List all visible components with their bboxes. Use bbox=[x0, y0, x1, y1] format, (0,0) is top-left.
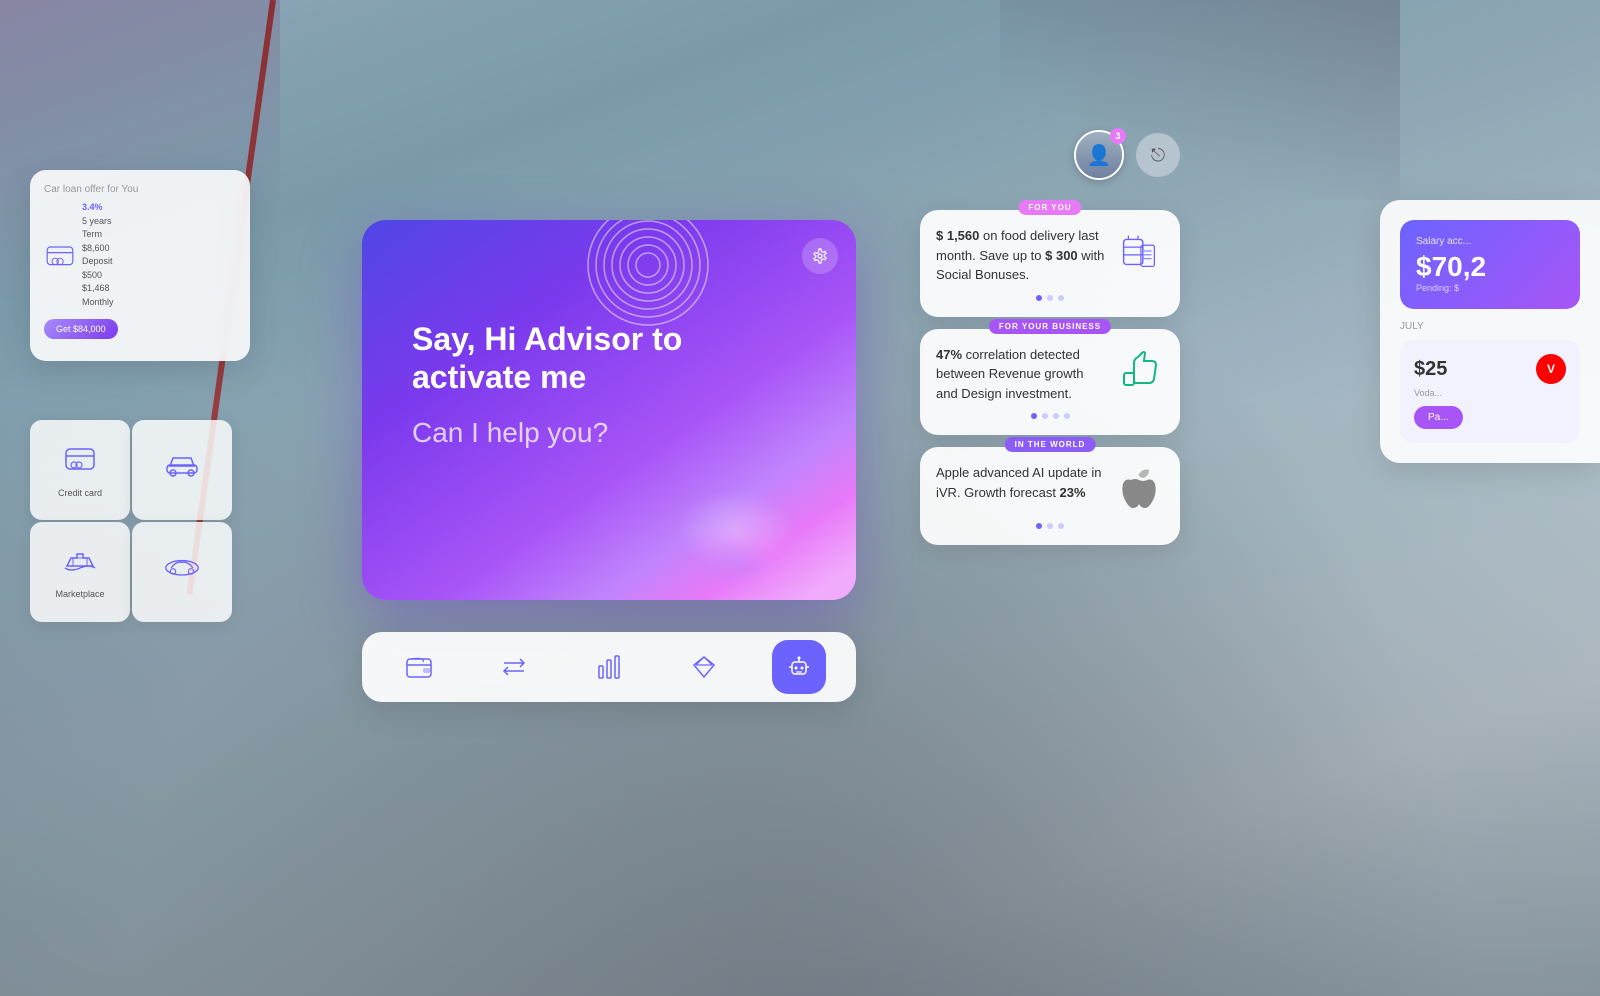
loan-rate: 3.4% bbox=[82, 202, 103, 212]
diamond-icon bbox=[690, 653, 718, 681]
loan-details-text: 3.4% 5 years Term $8,600 Deposit $500 $1… bbox=[82, 201, 114, 309]
bottom-grid: Credit card Marketplace bbox=[30, 420, 232, 622]
deposit-label: Deposit bbox=[82, 255, 114, 269]
analytics-button[interactable] bbox=[582, 640, 636, 694]
dot-b2 bbox=[1042, 413, 1048, 419]
dot-1 bbox=[1036, 295, 1042, 301]
toolbar bbox=[362, 632, 856, 702]
business-dots bbox=[936, 413, 1164, 419]
business-badge: FOR YOUR BUSINESS bbox=[989, 319, 1111, 334]
credit-card-grid-icon bbox=[64, 443, 96, 482]
world-card: IN THE WORLD Apple advanced AI update in… bbox=[920, 447, 1180, 545]
salary-card: Salary acc... $70,2 Pending: $ JULY $25 … bbox=[1380, 200, 1600, 463]
loan-term: Term bbox=[82, 228, 114, 242]
pay-button[interactable]: Pa... bbox=[1414, 406, 1463, 429]
transfer-icon bbox=[500, 656, 528, 678]
dot-2 bbox=[1047, 295, 1053, 301]
world-content: Apple advanced AI update in iVR. Growth … bbox=[936, 463, 1164, 513]
vehicle-icon-svg bbox=[164, 554, 200, 578]
left-panel: Car loan offer for You 3.4% 5 years Term… bbox=[30, 170, 250, 361]
marketplace-label: Marketplace bbox=[55, 589, 104, 599]
business-text: 47% correlation detected between Revenue… bbox=[936, 345, 1106, 404]
credit-card-icon bbox=[44, 239, 76, 271]
for-you-text: $ 1,560 on food delivery last month. Sav… bbox=[936, 226, 1106, 285]
analytics-icon bbox=[595, 654, 623, 680]
for-you-card: FOR YOU $ 1,560 on food delivery last mo… bbox=[920, 210, 1180, 317]
advisor-title: Say, Hi Advisor to activate me bbox=[412, 320, 806, 397]
bottom-row: $25 V bbox=[1414, 354, 1566, 384]
salary-title: Salary acc... bbox=[1416, 236, 1564, 247]
thumbs-up-icon bbox=[1114, 345, 1164, 395]
grid-card-vehicle[interactable] bbox=[132, 522, 232, 622]
car-icon bbox=[164, 450, 200, 485]
dot-w2 bbox=[1047, 523, 1053, 529]
loan-years: 5 years bbox=[82, 215, 114, 229]
salary-card-top: Salary acc... $70,2 Pending: $ bbox=[1400, 220, 1580, 309]
advisor-panel: Say, Hi Advisor to activate me Can I hel… bbox=[362, 220, 856, 600]
dot-b1 bbox=[1031, 413, 1037, 419]
world-text: Apple advanced AI update in iVR. Growth … bbox=[936, 463, 1106, 502]
car-loan-header: Car loan offer for You 3.4% 5 years Term… bbox=[44, 184, 236, 339]
glow-effect-2 bbox=[696, 540, 776, 590]
advisor-button[interactable] bbox=[772, 640, 826, 694]
dot-w3 bbox=[1058, 523, 1064, 529]
dot-3 bbox=[1058, 295, 1064, 301]
apple-icon-container bbox=[1114, 463, 1164, 513]
dot-b4 bbox=[1064, 413, 1070, 419]
grid-card-credit[interactable]: Credit card bbox=[30, 420, 130, 520]
notification-badge: 3 bbox=[1110, 128, 1126, 144]
credit-icon-svg bbox=[64, 443, 96, 475]
world-dots bbox=[936, 523, 1164, 529]
avatar-container: 👤 3 bbox=[1074, 130, 1124, 180]
grid-card-car[interactable] bbox=[132, 420, 232, 520]
vehicle-icon bbox=[164, 554, 200, 585]
logout-icon: ⎋ bbox=[1151, 145, 1165, 166]
salary-amount2: $25 bbox=[1414, 358, 1447, 381]
world-badge: IN THE WORLD bbox=[1005, 437, 1096, 452]
advisor-subtitle: Can I help you? bbox=[412, 417, 806, 449]
business-content: 47% correlation detected between Revenue… bbox=[936, 345, 1164, 404]
credit-card-label: Credit card bbox=[58, 488, 102, 498]
car-loan-card: Car loan offer for You 3.4% 5 years Term… bbox=[30, 170, 250, 361]
thumbs-icon-svg bbox=[1114, 345, 1164, 395]
business-card: FOR YOUR BUSINESS 47% correlation detect… bbox=[920, 329, 1180, 436]
user-area: 👤 3 ⎋ bbox=[1074, 130, 1180, 180]
food-delivery-icon bbox=[1114, 226, 1164, 276]
salary-card-bottom: $25 V Voda... Pa... bbox=[1400, 340, 1580, 443]
rewards-button[interactable] bbox=[677, 640, 731, 694]
for-you-badge: FOR YOU bbox=[1018, 200, 1081, 215]
deposit-amount: $500 bbox=[82, 269, 114, 283]
for-you-content: $ 1,560 on food delivery last month. Sav… bbox=[936, 226, 1164, 285]
get-loan-button[interactable]: Get $84,000 bbox=[44, 319, 118, 339]
apple-icon-svg bbox=[1117, 464, 1161, 512]
loan-details-row: 3.4% 5 years Term $8,600 Deposit $500 $1… bbox=[44, 201, 236, 309]
loan-monthly: $1,468 bbox=[82, 282, 114, 296]
ship-icon-svg bbox=[63, 546, 97, 576]
dot-w1 bbox=[1036, 523, 1042, 529]
car-icon-svg bbox=[164, 450, 200, 478]
loan-amount: $8,600 bbox=[82, 242, 114, 256]
monthly-label: Monthly bbox=[82, 296, 114, 310]
right-panel: FOR YOU $ 1,560 on food delivery last mo… bbox=[920, 210, 1180, 545]
company-name: Voda... bbox=[1414, 388, 1566, 398]
grid-card-marketplace[interactable]: Marketplace bbox=[30, 522, 130, 622]
ship-icon bbox=[63, 546, 97, 583]
salary-pending: Pending: $ bbox=[1416, 283, 1564, 293]
for-you-dots bbox=[936, 295, 1164, 301]
vodafone-logo: V bbox=[1536, 354, 1566, 384]
tent-fabric-top bbox=[1000, 0, 1400, 200]
transfer-button[interactable] bbox=[487, 640, 541, 694]
salary-amount: $70,2 bbox=[1416, 251, 1564, 283]
wallet-icon bbox=[405, 655, 433, 679]
robot-icon bbox=[786, 654, 812, 680]
dot-b3 bbox=[1053, 413, 1059, 419]
wallet-button[interactable] bbox=[392, 640, 446, 694]
salary-month: JULY bbox=[1400, 321, 1580, 332]
logout-button[interactable]: ⎋ bbox=[1136, 133, 1180, 177]
food-icon-svg bbox=[1114, 225, 1164, 277]
car-loan-title: Car loan offer for You bbox=[44, 184, 236, 195]
